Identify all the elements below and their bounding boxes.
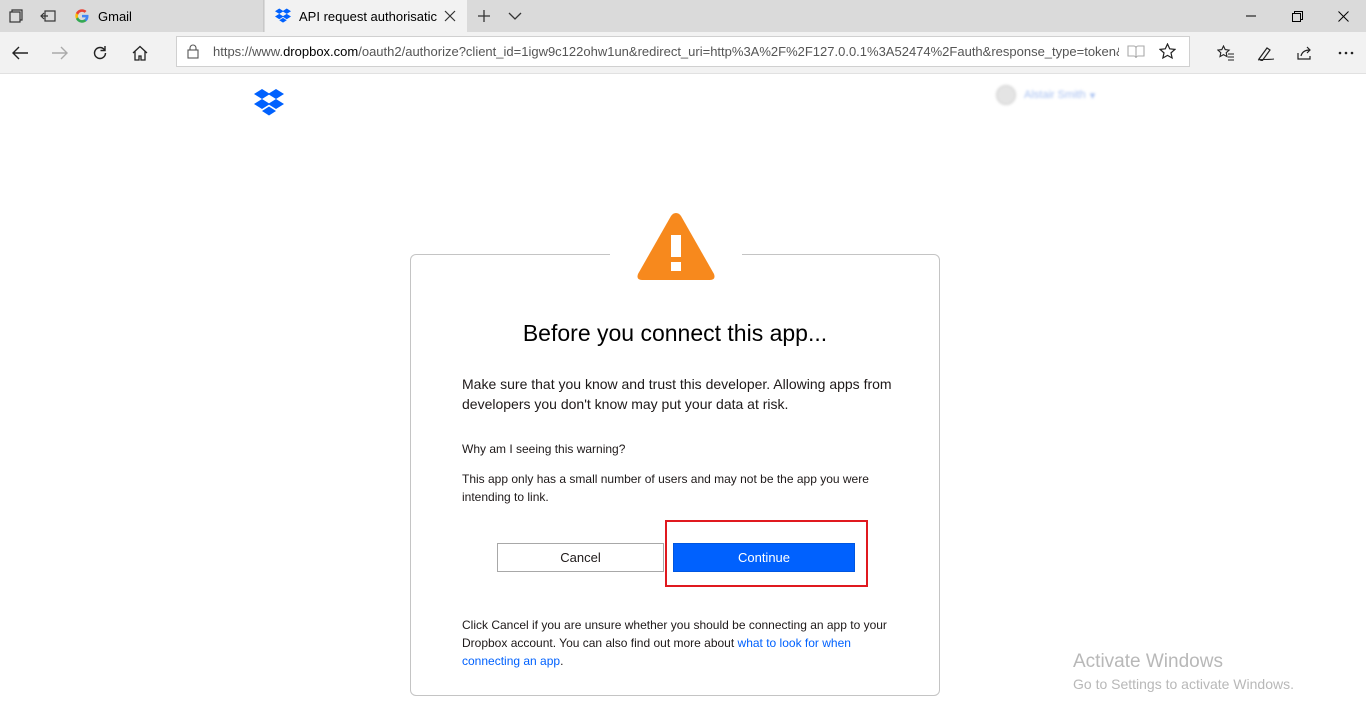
- favorites-hub-icon[interactable]: [1210, 37, 1242, 69]
- watermark-title: Activate Windows: [1073, 651, 1223, 672]
- tab-preview-chevron-icon[interactable]: [499, 0, 531, 32]
- chevron-down-icon: ▾: [1089, 89, 1096, 102]
- tab-label: Gmail: [98, 8, 132, 24]
- url-domain: dropbox.com: [283, 44, 359, 59]
- dropbox-icon: [275, 8, 291, 24]
- close-window-icon[interactable]: [1320, 0, 1366, 32]
- tab-manager-icon[interactable]: [0, 0, 32, 32]
- tab-api-request[interactable]: API request authorisatic: [265, 0, 467, 32]
- url-path: /oauth2/authorize?client_id=1igw9c122ohw…: [358, 44, 1119, 59]
- footer-text: Click Cancel if you are unsure whether y…: [462, 616, 902, 670]
- minimize-icon[interactable]: [1228, 0, 1274, 32]
- cancel-button[interactable]: Cancel: [497, 543, 664, 572]
- more-options-icon[interactable]: [1330, 37, 1362, 69]
- dropbox-logo-icon[interactable]: [254, 89, 284, 122]
- footer-period: .: [560, 654, 564, 668]
- google-icon: [74, 8, 90, 24]
- restore-icon[interactable]: [1274, 0, 1320, 32]
- intro-text: Make sure that you know and trust this d…: [462, 376, 892, 412]
- account-menu[interactable]: Alstair Smith ▾: [996, 85, 1095, 105]
- navigation-bar: https://www.dropbox.com/oauth2/authorize…: [0, 32, 1366, 74]
- watermark-subtitle: Go to Settings to activate Windows.: [1073, 676, 1294, 692]
- dialog-title: Before you connect this app...: [522, 320, 828, 346]
- forward-icon[interactable]: [44, 37, 76, 69]
- highlight-box: [665, 520, 868, 587]
- why-text: This app only has a small number of user…: [462, 472, 869, 504]
- why-heading: Why am I seeing this warning?: [462, 442, 626, 456]
- account-name: Alstair Smith: [1024, 89, 1086, 101]
- refresh-icon[interactable]: [84, 37, 116, 69]
- reading-view-icon[interactable]: [1127, 44, 1145, 65]
- tab-gmail[interactable]: Gmail: [64, 0, 264, 32]
- warning-icon: [636, 211, 716, 287]
- back-icon[interactable]: [4, 37, 36, 69]
- page-content: Alstair Smith ▾ Before you connect this …: [0, 75, 1366, 728]
- lock-icon[interactable]: [187, 44, 199, 64]
- url-prefix: https://www.: [213, 44, 284, 59]
- tab-strip: Gmail API request authorisatic: [0, 0, 1366, 32]
- activate-windows-watermark: Activate Windows Go to Settings to activ…: [1073, 651, 1294, 692]
- address-bar[interactable]: https://www.dropbox.com/oauth2/authorize…: [176, 36, 1190, 67]
- close-tab-icon[interactable]: [443, 9, 457, 23]
- favorite-star-icon[interactable]: [1158, 42, 1177, 65]
- new-tab-icon[interactable]: [468, 0, 500, 32]
- share-icon[interactable]: [1289, 37, 1321, 69]
- url-text[interactable]: https://www.dropbox.com/oauth2/authorize…: [213, 44, 1119, 59]
- web-note-pen-icon[interactable]: [1250, 37, 1282, 69]
- tab-label: API request authorisatic: [299, 8, 437, 24]
- home-icon[interactable]: [124, 37, 156, 69]
- avatar: [996, 85, 1016, 105]
- set-aside-tabs-icon[interactable]: [32, 0, 64, 32]
